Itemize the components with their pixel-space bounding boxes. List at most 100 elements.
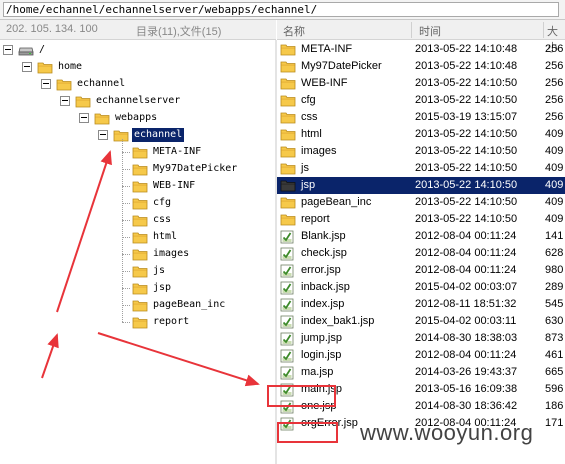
file-row[interactable]: ma.jsp 2014-03-26 19:43:37 665 — [277, 364, 565, 381]
tree-connector — [122, 288, 130, 289]
folder-row[interactable]: html 2013-05-22 14:10:50 409 — [277, 126, 565, 143]
folder-row[interactable]: css 2015-03-19 13:15:07 256 — [277, 109, 565, 126]
tree-node-jsp[interactable]: jsp — [0, 280, 275, 296]
folder-icon — [280, 128, 296, 141]
column-divider[interactable] — [411, 22, 412, 38]
folder-row[interactable]: js 2013-05-22 14:10:50 409 — [277, 160, 565, 177]
folder-row[interactable]: images 2013-05-22 14:10:50 409 — [277, 143, 565, 160]
path-input[interactable]: /home/echannel/echannelserver/webapps/ec… — [3, 2, 559, 17]
collapse-toggle-icon[interactable] — [79, 113, 89, 123]
file-name: check.jsp — [301, 247, 347, 259]
folder-icon — [280, 162, 296, 175]
tree-node-label: home — [58, 61, 83, 72]
tree-node-label: echannel — [77, 78, 126, 89]
tree-node-label: html — [153, 231, 178, 242]
folder-row[interactable]: My97DatePicker 2013-05-22 14:10:48 256 — [277, 58, 565, 75]
folder-icon — [132, 197, 148, 210]
collapse-toggle-icon[interactable] — [98, 130, 108, 140]
file-size: 256 — [545, 77, 564, 89]
tree-node-echannel[interactable]: echannel — [0, 127, 275, 143]
jsp-file-icon — [280, 264, 296, 278]
jsp-file-icon — [280, 230, 296, 244]
path-bar: /home/echannel/echannelserver/webapps/ec… — [0, 0, 565, 20]
folder-row[interactable]: pageBean_inc 2013-05-22 14:10:50 409 — [277, 194, 565, 211]
column-header-name[interactable]: 名称 — [283, 23, 305, 39]
tree-node-label: / — [39, 44, 46, 55]
collapse-toggle-icon[interactable] — [60, 96, 70, 106]
tree-node-js[interactable]: js — [0, 263, 275, 279]
tree-node-pagebean-inc[interactable]: pageBean_inc — [0, 297, 275, 313]
file-row[interactable]: error.jsp 2012-08-04 00:11:24 980 — [277, 262, 565, 279]
file-size: 630 — [545, 315, 564, 327]
folder-icon — [75, 95, 91, 108]
folder-icon — [280, 196, 296, 209]
folder-row[interactable]: report 2013-05-22 14:10:50 409 — [277, 211, 565, 228]
file-size: 256 — [545, 111, 564, 123]
folder-row[interactable]: WEB-INF 2013-05-22 14:10:50 256 — [277, 75, 565, 92]
jsp-file-icon — [280, 315, 296, 329]
tree-node-my97datepicker[interactable]: My97DatePicker — [0, 161, 275, 177]
tree-node-meta-inf[interactable]: META-INF — [0, 144, 275, 160]
file-row[interactable]: index_bak1.jsp 2015-04-02 00:03:11 630 — [277, 313, 565, 330]
collapse-toggle-icon[interactable] — [22, 62, 32, 72]
collapse-toggle-icon[interactable] — [41, 79, 51, 89]
tree-node-webapps[interactable]: webapps — [0, 110, 275, 126]
file-row[interactable]: login.jsp 2012-08-04 00:11:24 461 — [277, 347, 565, 364]
tree-connector — [122, 220, 130, 221]
tree-node-label: echannel — [132, 128, 185, 142]
tree-node-label: css — [153, 214, 172, 225]
column-header-time[interactable]: 时间 — [419, 23, 441, 39]
file-name: META-INF — [301, 43, 353, 55]
file-time: 2013-05-22 14:10:50 — [415, 77, 518, 89]
tree-node-echannelserver[interactable]: echannelserver — [0, 93, 275, 109]
file-row[interactable]: inback.jsp 2015-04-02 00:03:07 289 — [277, 279, 565, 296]
tree-node-cfg[interactable]: cfg — [0, 195, 275, 211]
tree-node-home[interactable]: home — [0, 59, 275, 75]
tree-node-web-inf[interactable]: WEB-INF — [0, 178, 275, 194]
file-size: 873 — [545, 332, 564, 344]
folder-icon — [132, 146, 148, 159]
file-row[interactable]: Blank.jsp 2012-08-04 00:11:24 141 — [277, 228, 565, 245]
file-name: jsp — [301, 179, 316, 191]
tree-node-report[interactable]: report — [0, 314, 275, 330]
folder-icon — [280, 145, 296, 158]
file-size: 628 — [545, 247, 564, 259]
file-row[interactable]: jump.jsp 2014-08-30 18:38:03 873 — [277, 330, 565, 347]
folder-row[interactable]: jsp 2013-05-22 14:10:50 409 — [277, 177, 565, 194]
tree-node-html[interactable]: html — [0, 229, 275, 245]
file-time: 2013-05-22 14:10:48 — [415, 60, 518, 72]
file-time: 2015-03-19 13:15:07 — [415, 111, 518, 123]
jsp-file-icon — [280, 366, 296, 380]
tree-node-label: My97DatePicker — [153, 163, 238, 174]
file-row[interactable]: index.jsp 2012-08-11 18:51:32 545 — [277, 296, 565, 313]
file-name: cfg — [301, 94, 316, 106]
folder-icon — [132, 231, 148, 244]
file-size: 289 — [545, 281, 564, 293]
tree-node-label: pageBean_inc — [153, 299, 226, 310]
directory-tree[interactable]: / home echannel echannelserver webapps echann… — [0, 40, 275, 464]
folder-icon — [280, 213, 296, 226]
tree-connector — [122, 169, 130, 170]
tree-node-label: jsp — [153, 282, 172, 293]
tree-node-echannel[interactable]: echannel — [0, 76, 275, 92]
tree-node-images[interactable]: images — [0, 246, 275, 262]
tree-node--[interactable]: / — [0, 42, 275, 58]
file-row[interactable]: check.jsp 2012-08-04 00:11:24 628 — [277, 245, 565, 262]
file-size: 186 — [545, 400, 564, 412]
tree-connector — [122, 305, 130, 306]
file-size: 545 — [545, 298, 564, 310]
highlight-box-one-jsp — [277, 422, 338, 443]
tree-connector — [122, 322, 130, 323]
jsp-file-icon — [280, 332, 296, 346]
jsp-file-icon — [280, 349, 296, 363]
file-size: 461 — [545, 349, 564, 361]
folder-row[interactable]: META-INF 2013-05-22 14:10:48 256 — [277, 41, 565, 58]
file-name: Blank.jsp — [301, 230, 346, 242]
file-time: 2013-05-22 14:10:50 — [415, 94, 518, 106]
file-name: My97DatePicker — [301, 60, 382, 72]
tree-node-css[interactable]: css — [0, 212, 275, 228]
file-time: 2014-08-30 18:38:03 — [415, 332, 518, 344]
folder-row[interactable]: cfg 2013-05-22 14:10:50 256 — [277, 92, 565, 109]
column-divider[interactable] — [543, 22, 544, 38]
collapse-toggle-icon[interactable] — [3, 45, 13, 55]
